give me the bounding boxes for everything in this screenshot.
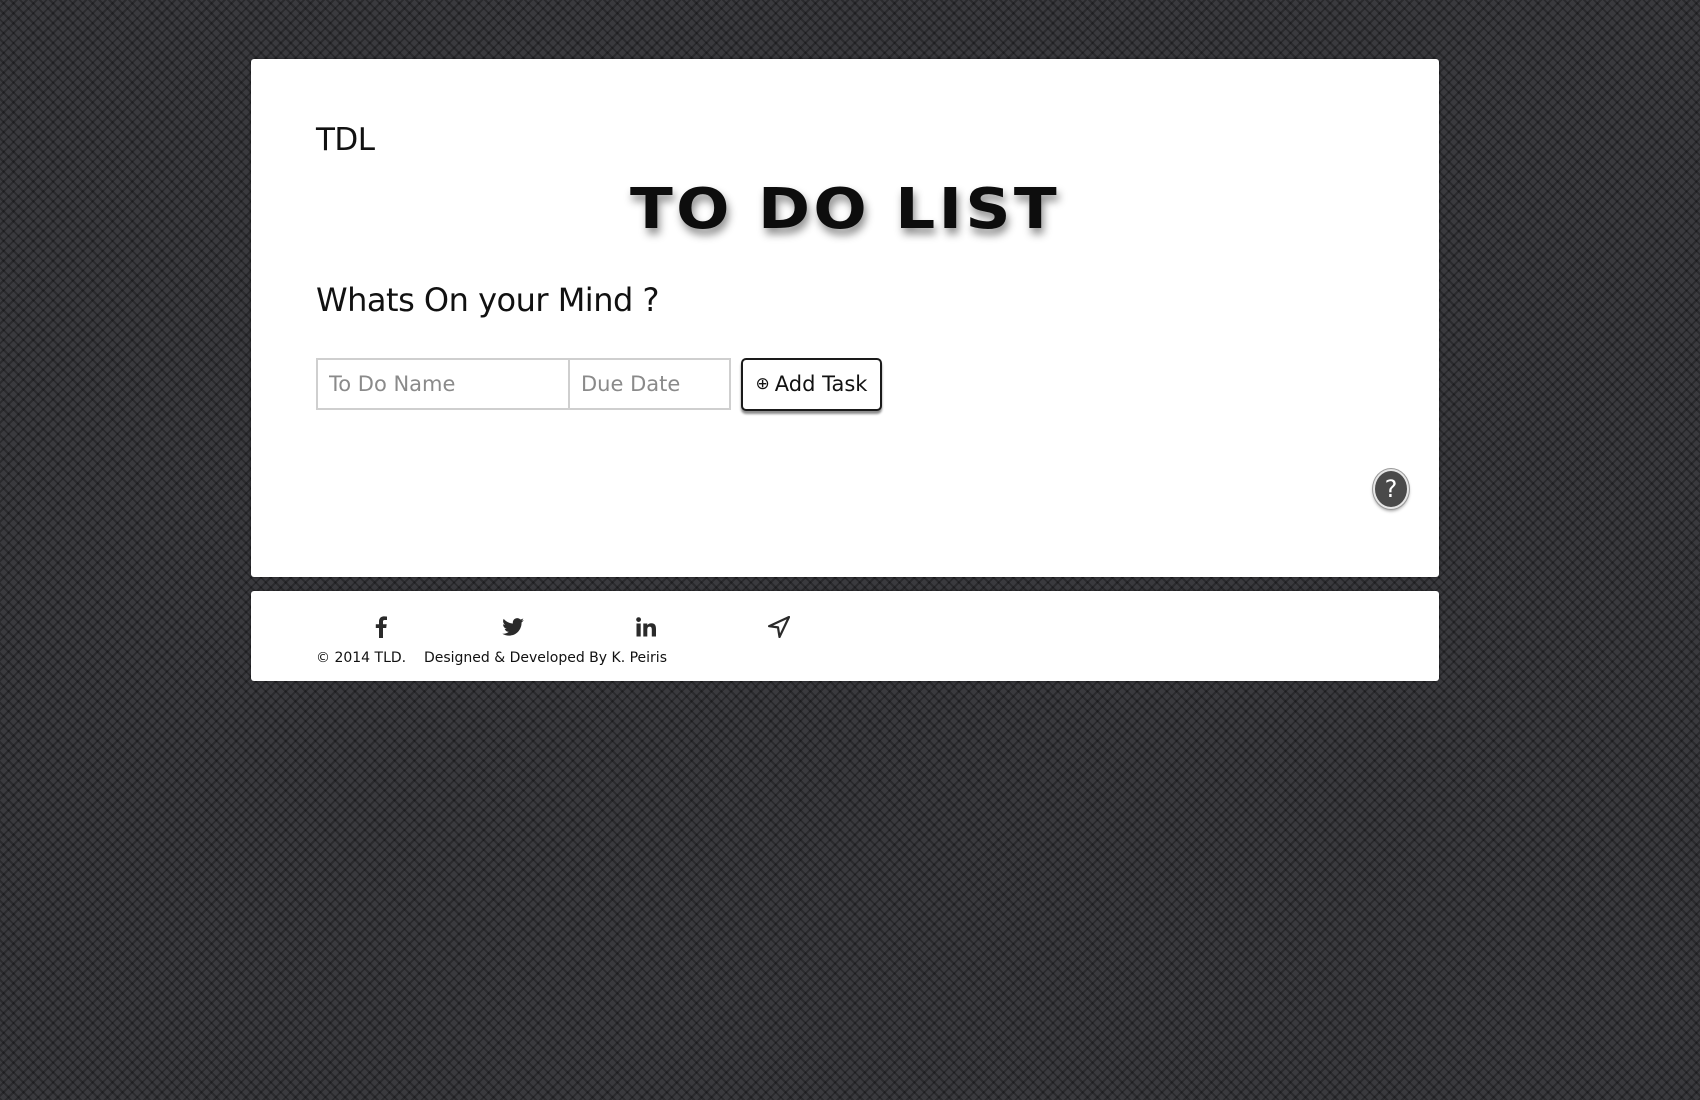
plus-circle-icon: ⊕ — [755, 374, 770, 394]
facebook-link[interactable] — [367, 613, 395, 641]
twitter-link[interactable] — [499, 613, 527, 641]
form-heading: Whats On your Mind ? — [316, 281, 659, 319]
add-task-form: ⊕ Add Task — [316, 357, 882, 411]
facebook-icon — [375, 616, 387, 638]
main-card: TDL TO DO LIST Whats On your Mind ? ⊕ Ad… — [251, 59, 1439, 577]
copyright-text: © 2014 TLD. Designed & Developed By K. P… — [316, 650, 667, 666]
twitter-icon — [502, 618, 524, 636]
linkedin-link[interactable] — [632, 613, 660, 641]
location-link[interactable] — [765, 613, 793, 641]
copyright: © 2014 TLD. — [316, 650, 407, 666]
help-button[interactable]: ? — [1373, 469, 1409, 509]
brand-logo[interactable]: TDL — [316, 122, 375, 158]
add-task-button[interactable]: ⊕ Add Task — [741, 357, 882, 411]
location-arrow-icon — [768, 616, 790, 638]
due-date-input[interactable] — [568, 358, 731, 410]
add-task-label: Add Task — [774, 372, 868, 396]
linkedin-icon — [636, 617, 656, 637]
question-mark-icon: ? — [1384, 475, 1398, 503]
page-title: TO DO LIST — [629, 177, 1061, 242]
footer: © 2014 TLD. Designed & Developed By K. P… — [251, 591, 1439, 681]
developer-credit: Designed & Developed By K. Peiris — [423, 650, 667, 666]
todo-name-input[interactable] — [316, 358, 570, 410]
